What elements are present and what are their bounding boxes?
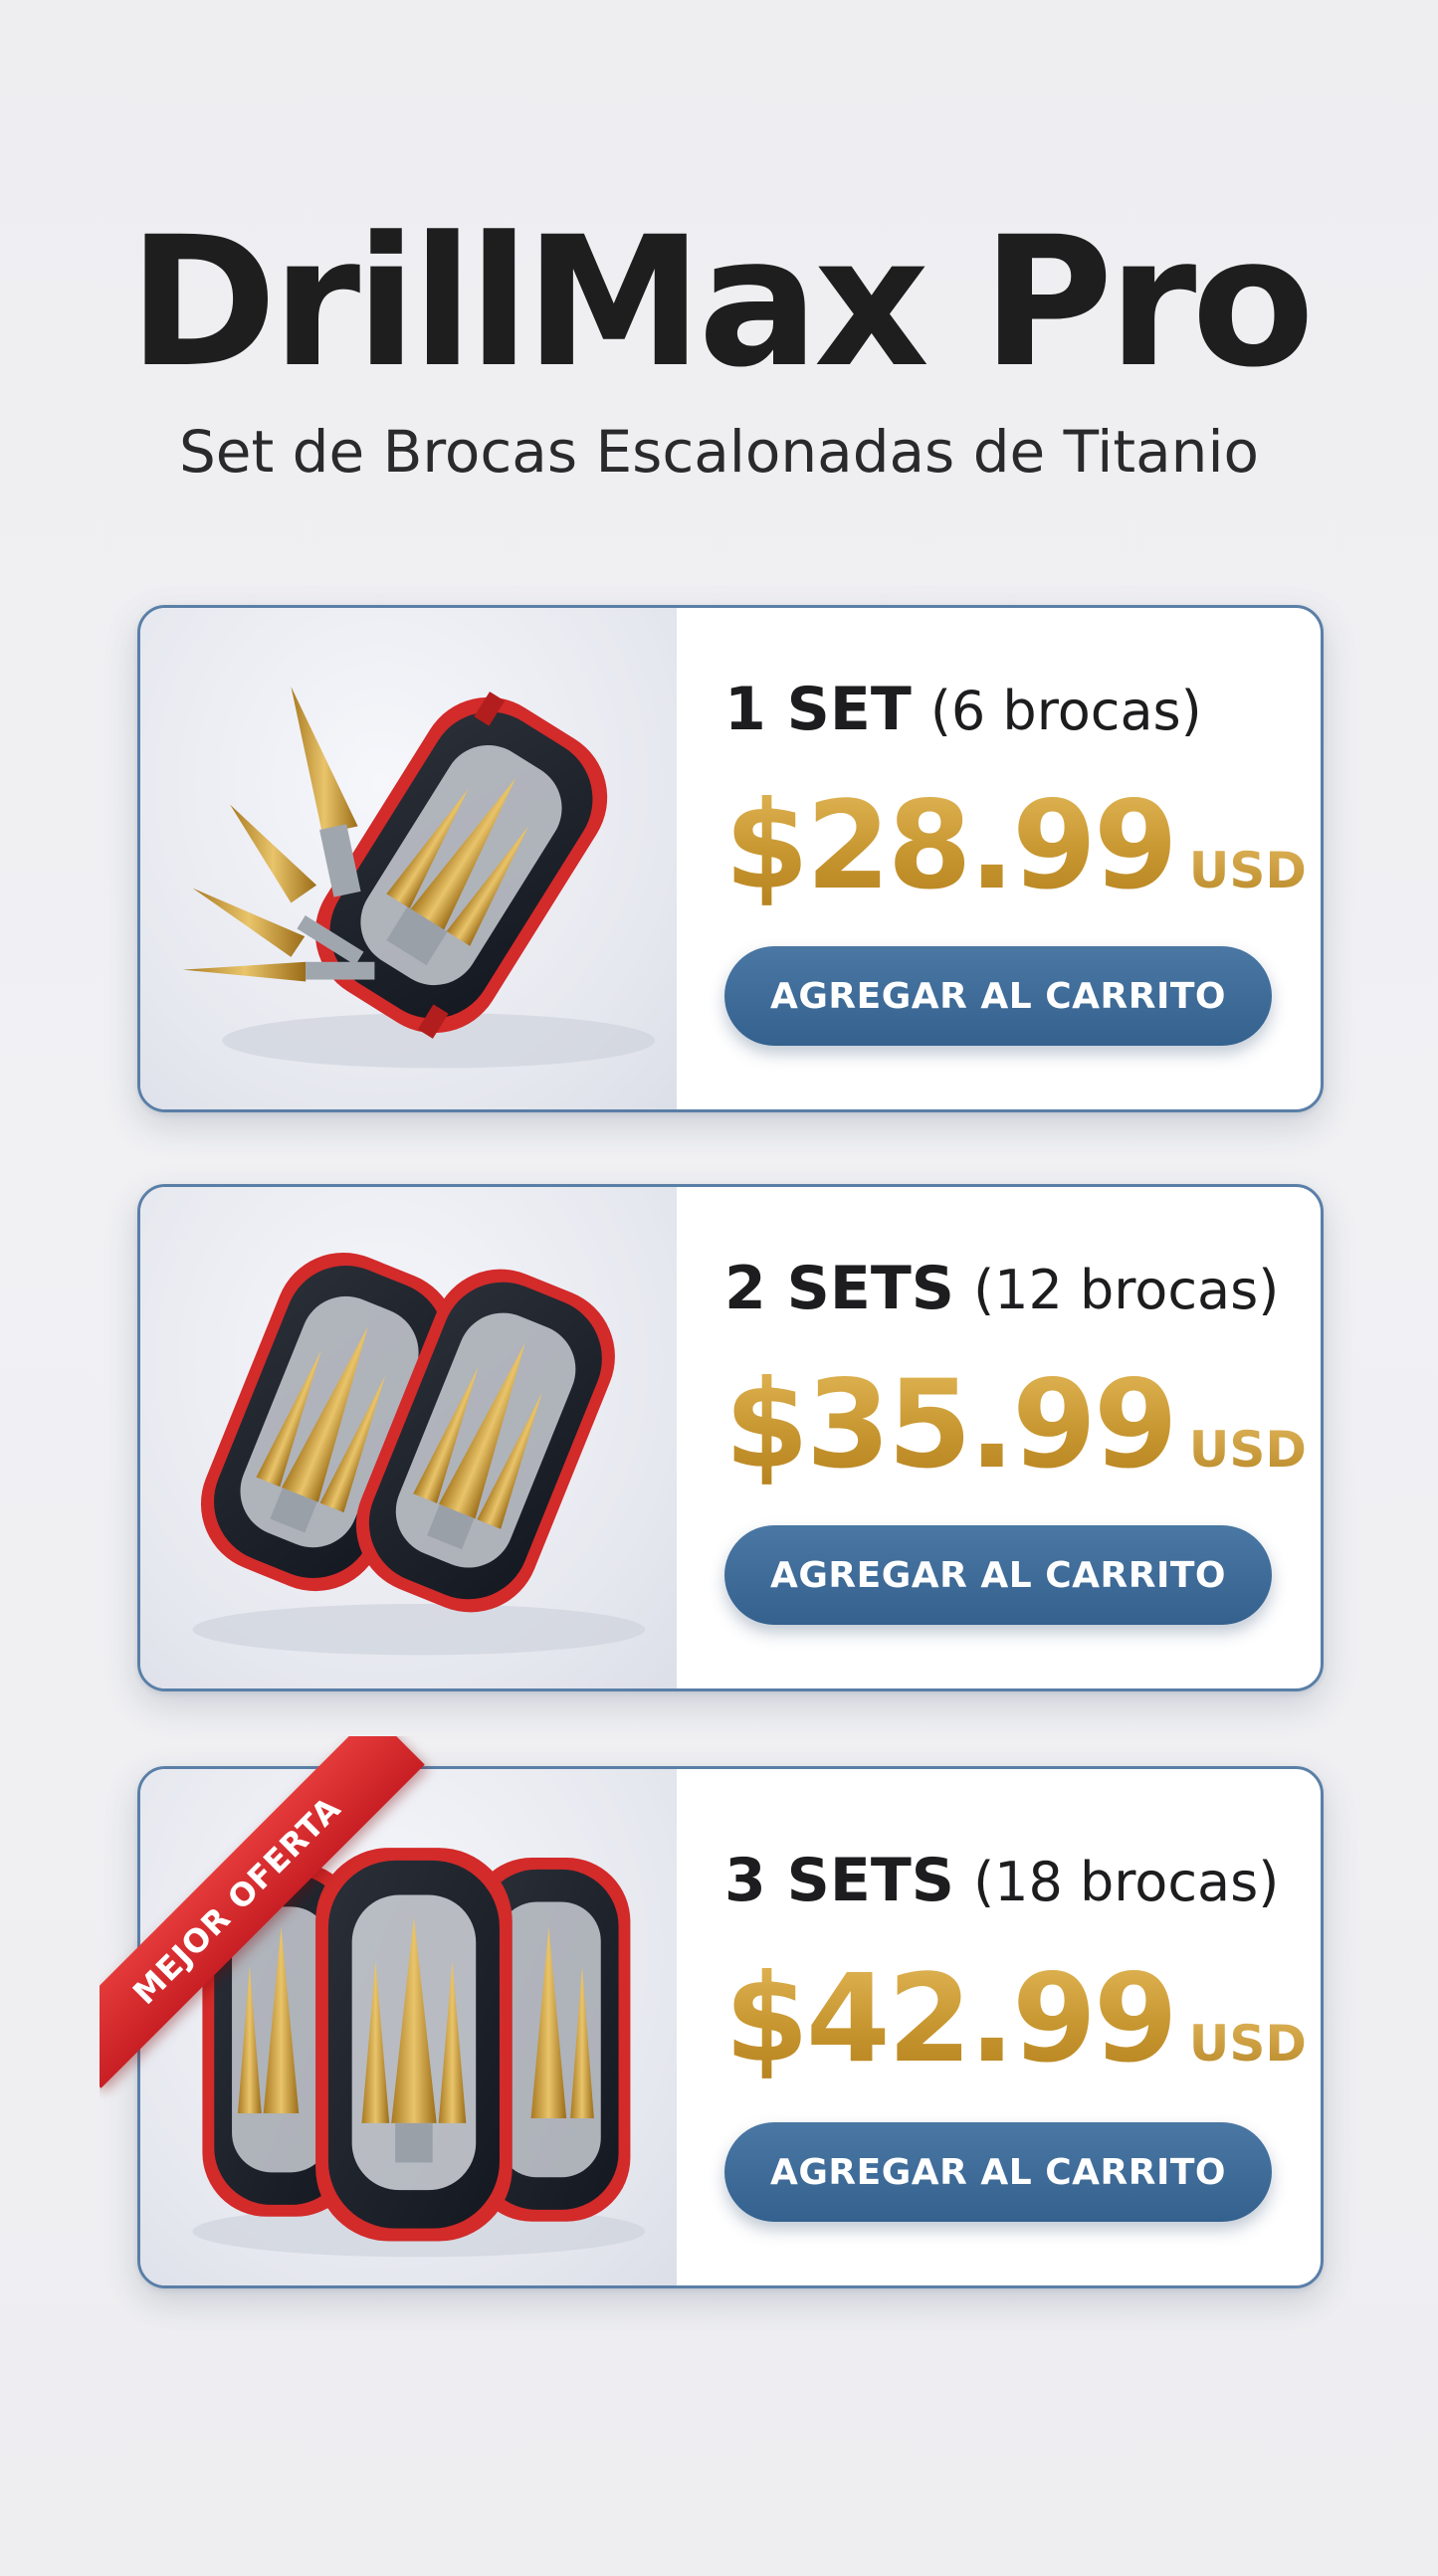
drill-set-cases-illustration [192,1848,646,2258]
bit-count-label: (12 brocas) [973,1259,1280,1321]
bit-count-label: (18 brocas) [973,1851,1280,1913]
offer-info-1-set: 1 SET (6 brocas) $28.99 USD AGREGAR AL CA… [724,608,1307,1109]
add-to-cart-button-1-set[interactable]: AGREGAR AL CARRITO [724,946,1272,1046]
offer-card-1-set[interactable]: 1 SET (6 brocas) $28.99 USD AGREGAR AL CA… [137,605,1324,1112]
price-value: $28.99 [724,775,1178,916]
offer-card-3-sets[interactable]: 3 SETS (18 brocas) $42.99 USD AGREGAR AL … [137,1766,1324,2288]
drill-set-case-illustration [182,687,656,1069]
page-title: DrillMax Pro [128,199,1315,407]
currency-label: USD [1188,1421,1307,1479]
offer-card-2-sets[interactable]: 2 SETS (12 brocas) $35.99 USD AGREGAR AL … [137,1184,1324,1691]
product-image-2-sets [140,1187,677,1688]
currency-label: USD [1188,2015,1307,2073]
price-value: $42.99 [724,1948,1178,2089]
set-label: 1 SET [724,675,912,744]
set-quantity-label: 2 SETS (12 brocas) [724,1259,1279,1318]
product-image-1-set [140,608,677,1109]
drill-set-cases-illustration [192,1252,646,1656]
page-subtitle: Set de Brocas Escalonadas de Titanio [178,418,1260,486]
bit-count-label: (6 brocas) [929,680,1202,742]
set-label: 2 SETS [724,1254,954,1323]
price-display: $42.99 USD [724,1958,1307,2080]
price-display: $35.99 USD [724,1364,1307,1486]
currency-label: USD [1188,842,1307,899]
set-quantity-label: 3 SETS (18 brocas) [724,1851,1279,1910]
add-to-cart-button-3-sets[interactable]: AGREGAR AL CARRITO [724,2122,1272,2222]
offer-info-3-sets: 3 SETS (18 brocas) $42.99 USD AGREGAR AL … [724,1769,1307,2285]
set-quantity-label: 1 SET (6 brocas) [724,680,1202,739]
product-image-3-sets [140,1769,677,2285]
price-value: $35.99 [724,1354,1178,1495]
price-display: $28.99 USD [724,785,1307,906]
set-label: 3 SETS [724,1846,954,1915]
add-to-cart-button-2-sets[interactable]: AGREGAR AL CARRITO [724,1525,1272,1625]
offer-info-2-sets: 2 SETS (12 brocas) $35.99 USD AGREGAR AL … [724,1187,1307,1688]
